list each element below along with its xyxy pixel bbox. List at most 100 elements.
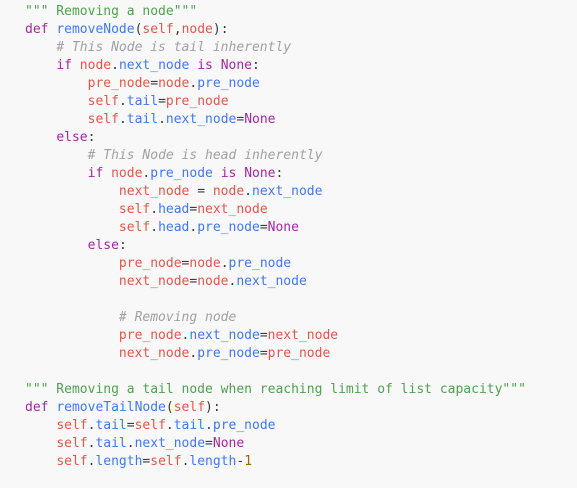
code-token: , — [173, 22, 182, 37]
code-line: # This Node is tail inherently — [25, 39, 577, 57]
code-token: = — [259, 220, 268, 235]
code-token: = — [189, 184, 213, 199]
code-line: pre_node=node.pre_node — [25, 255, 577, 273]
code-line: """ Removing a tail node when reaching l… — [25, 381, 577, 399]
code-token: pre_node — [212, 418, 276, 433]
code-token: = — [259, 328, 268, 343]
code-line: if node.next_node is None: — [25, 57, 577, 75]
code-token: = — [236, 112, 245, 127]
code-token: . — [126, 436, 135, 451]
code-token: self — [173, 400, 206, 415]
code-token: = — [150, 76, 159, 91]
code-line: next_node.pre_node=pre_node — [25, 345, 577, 363]
code-token: None — [244, 112, 276, 127]
code-token: pre_node — [118, 256, 182, 271]
code-token: tail — [95, 436, 127, 451]
code-token: tail — [95, 418, 127, 433]
code-line: if node.pre_node is None: — [25, 165, 577, 183]
code-token: : — [118, 238, 127, 253]
code-token: self — [87, 112, 119, 127]
code-token: next_node — [134, 436, 206, 451]
code-line: # This Node is head inherently — [25, 147, 577, 165]
code-line: self.head.pre_node=None — [25, 219, 577, 237]
code-token: tail — [126, 112, 159, 127]
code-token: is — [197, 58, 213, 73]
code-token: - — [236, 454, 245, 469]
code-line: pre_node=node.pre_node — [25, 75, 577, 93]
code-token: pre_node — [87, 76, 151, 91]
code-token: = — [259, 346, 268, 361]
code-token: self — [142, 22, 174, 37]
code-token: is — [220, 166, 237, 181]
code-line: def removeTailNode(self): — [25, 399, 577, 417]
code-token: . — [111, 58, 119, 73]
code-line: self.tail.next_node=None — [25, 435, 577, 453]
code-editor[interactable]: """ Removing a node""" def removeNode(sel… — [0, 0, 577, 488]
code-token: . — [150, 220, 159, 235]
code-token: None — [220, 58, 253, 73]
code-token: next_node — [197, 202, 268, 217]
code-token: ): — [212, 22, 229, 37]
code-token: next_node — [236, 274, 307, 289]
code-token: length — [189, 454, 237, 469]
code-token: next_node — [118, 184, 190, 199]
code-token: self — [134, 418, 166, 433]
code-token: length — [95, 454, 143, 469]
code-token: node — [212, 184, 245, 199]
code-token: : — [87, 130, 96, 145]
code-line: self.tail=self.tail.pre_node — [25, 417, 577, 435]
code-token: . — [150, 202, 159, 217]
code-token: node — [79, 58, 112, 73]
code-token: next_node — [118, 346, 190, 361]
code-line: else: — [25, 129, 577, 147]
code-token: next_node — [118, 274, 190, 289]
code-token: None — [267, 220, 299, 235]
code-token: pre_node — [197, 220, 260, 235]
code-line: def removeNode(self,node): — [25, 21, 577, 39]
code-token: tail — [173, 418, 206, 433]
code-token: next_node — [189, 328, 260, 343]
code-line: self.length=self.length-1 — [25, 453, 577, 471]
code-token: . — [118, 112, 127, 127]
code-token: pre_node — [150, 166, 213, 181]
code-token: removeNode — [56, 22, 135, 37]
code-token: next_node — [118, 58, 190, 73]
code-token: : — [252, 58, 260, 73]
code-token: 1 — [244, 454, 253, 469]
code-token: node — [181, 22, 213, 37]
code-token: pre_node — [197, 346, 260, 361]
code-token: pre_node — [267, 346, 331, 361]
code-token: else — [56, 130, 88, 145]
code-token: pre_node — [165, 94, 229, 109]
code-token: node — [111, 166, 143, 181]
code-token: removeTailNode — [56, 400, 166, 415]
code-token: self — [118, 202, 151, 217]
code-token: # This Node is head inherently — [87, 148, 323, 163]
code-token: head — [158, 220, 190, 235]
code-token: self — [150, 454, 182, 469]
code-token: if — [87, 166, 104, 181]
code-token: head — [158, 202, 190, 217]
code-token: . — [165, 418, 174, 433]
code-token: pre_node — [118, 328, 182, 343]
code-token: = — [126, 418, 135, 433]
code-token: self — [56, 454, 88, 469]
